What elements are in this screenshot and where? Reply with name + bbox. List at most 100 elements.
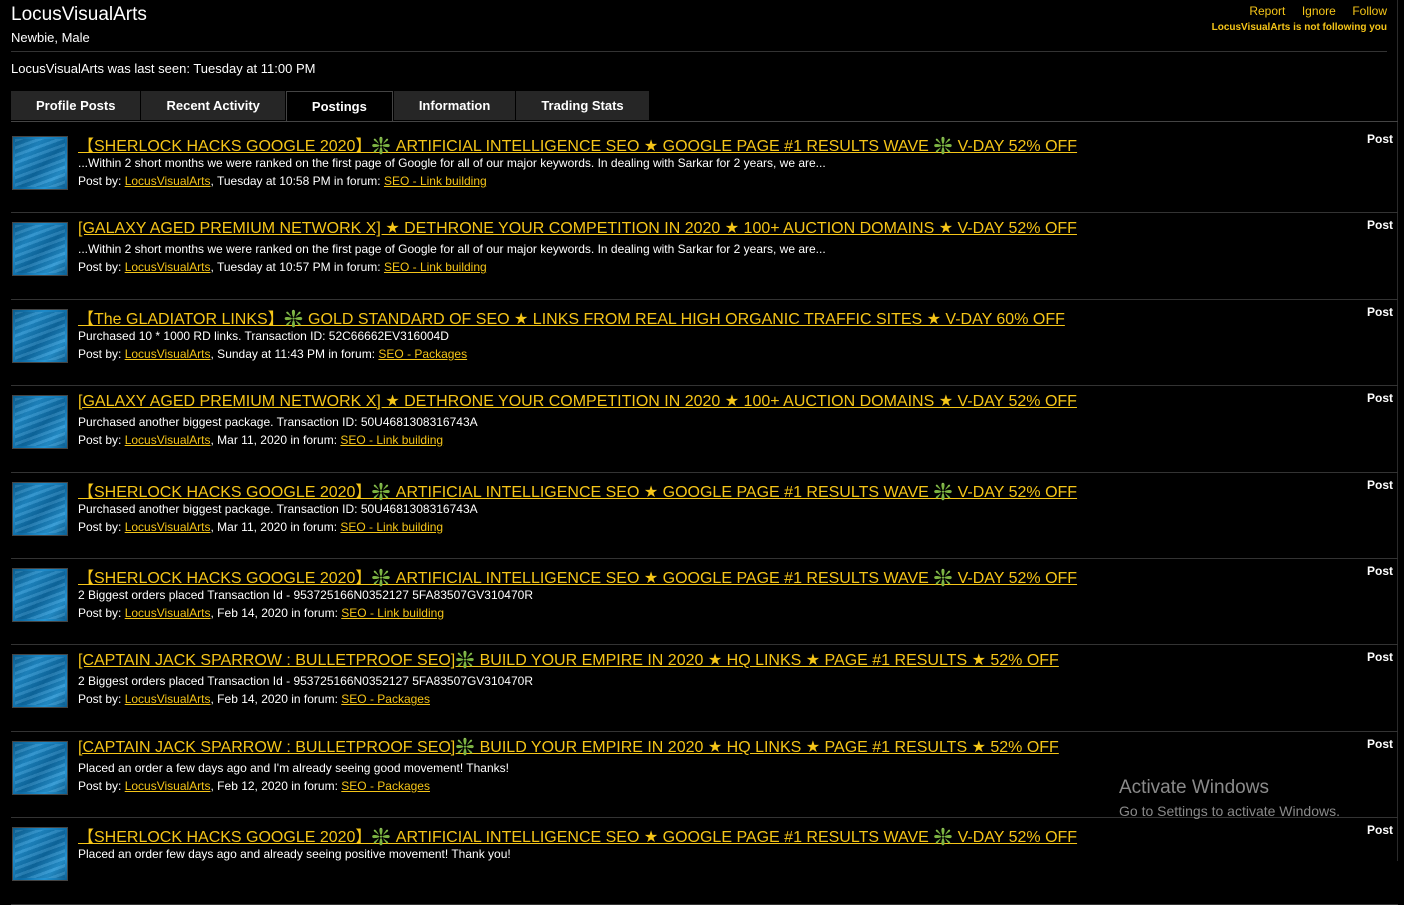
post-snippet: Purchased 10 * 1000 RD links. Transactio… (78, 328, 449, 343)
post-forum-link[interactable]: SEO - Packages (341, 779, 430, 793)
post-type-label: Post (1366, 823, 1393, 838)
post-meta: Post by: LocusVisualArts, Mar 11, 2020 i… (78, 433, 443, 447)
follow-link[interactable]: Follow (1352, 4, 1387, 18)
post-type-label: Post (1366, 736, 1393, 751)
tab-information[interactable]: Information (393, 91, 516, 120)
post-title-link[interactable]: [CAPTAIN JACK SPARROW : BULLETPROOF SEO]… (78, 650, 1059, 670)
profile-header: LocusVisualArts Newbie, Male (11, 4, 147, 45)
post-title-link[interactable]: 【SHERLOCK HACKS GOOGLE 2020】❇️ ARTIFICIA… (78, 478, 1077, 502)
post-date: , Sunday at 11:43 PM (210, 346, 326, 361)
post-thumbnail[interactable] (12, 136, 68, 190)
list-item: [GALAXY AGED PREMIUM NETWORK X] ★ DETHRO… (11, 386, 1398, 473)
profile-actions: Report Ignore Follow LocusVisualArts is … (1212, 2, 1387, 33)
post-author-link[interactable]: LocusVisualArts (125, 692, 211, 706)
tab-postings[interactable]: Postings (285, 91, 393, 122)
post-by-label: Post by: (78, 519, 125, 534)
post-type-label: Post (1366, 304, 1393, 319)
list-item: [CAPTAIN JACK SPARROW : BULLETPROOF SEO]… (11, 645, 1398, 732)
post-snippet: ...Within 2 short months we were ranked … (78, 156, 826, 170)
list-item: 【The GLADIATOR LINKS】❇️ GOLD STANDARD OF… (11, 300, 1398, 387)
post-thumbnail[interactable] (12, 654, 68, 709)
post-by-label: Post by: (78, 605, 125, 620)
post-forum-link[interactable]: SEO - Link building (341, 606, 444, 620)
post-by-label: Post by: (78, 778, 125, 793)
post-thumbnail[interactable] (12, 481, 68, 536)
windows-activation-watermark: Activate Windows Go to Settings to activ… (1119, 777, 1340, 819)
post-date: , Feb 14, 2020 (210, 692, 288, 707)
watermark-title: Activate Windows (1119, 777, 1269, 798)
post-snippet: Purchased another biggest package. Trans… (78, 415, 478, 430)
post-forum-label: in forum: (287, 519, 341, 534)
post-forum-link[interactable]: SEO - Link building (384, 174, 487, 188)
post-author-link[interactable]: LocusVisualArts (125, 520, 211, 534)
post-forum-link[interactable]: SEO - Link building (384, 260, 487, 274)
post-meta: Post by: LocusVisualArts, Tuesday at 10:… (78, 260, 487, 274)
post-snippet: ...Within 2 short months we were ranked … (78, 242, 826, 257)
follow-status: LocusVisualArts is not following you (1211, 22, 1387, 33)
last-seen: LocusVisualArts was last seen: Tuesday a… (11, 61, 316, 76)
post-author-link[interactable]: LocusVisualArts (125, 347, 211, 361)
post-thumbnail[interactable] (12, 395, 68, 450)
post-thumbnail[interactable] (12, 740, 68, 795)
post-by-label: Post by: (78, 346, 125, 361)
post-forum-link[interactable]: SEO - Packages (341, 692, 430, 706)
post-date: , Feb 12, 2020 (210, 778, 288, 793)
post-thumbnail[interactable] (12, 308, 68, 363)
post-by-label: Post by: (78, 433, 125, 448)
header-divider (11, 51, 1387, 52)
post-title-link[interactable]: 【SHERLOCK HACKS GOOGLE 2020】❇️ ARTIFICIA… (78, 823, 1077, 847)
tab-trading-stats[interactable]: Trading Stats (516, 91, 649, 120)
post-author-link[interactable]: LocusVisualArts (125, 606, 211, 620)
tabs-divider (11, 121, 1398, 122)
post-date: , Mar 11, 2020 (210, 519, 288, 534)
post-snippet: Placed an order few days ago and already… (78, 847, 511, 862)
post-title-link[interactable]: 【The GLADIATOR LINKS】❇️ GOLD STANDARD OF… (78, 305, 1065, 329)
post-forum-label: in forum: (330, 260, 384, 275)
post-title-link[interactable]: [GALAXY AGED PREMIUM NETWORK X] ★ DETHRO… (78, 218, 1077, 238)
profile-user-title: Newbie, Male (11, 30, 90, 45)
post-forum-link[interactable]: SEO - Link building (340, 433, 443, 447)
post-thumbnail[interactable] (12, 827, 68, 882)
post-forum-label: in forum: (287, 692, 342, 707)
post-title-link[interactable]: 【SHERLOCK HACKS GOOGLE 2020】❇️ ARTIFICIA… (78, 564, 1077, 588)
post-forum-link[interactable]: SEO - Packages (378, 347, 467, 361)
profile-username: LocusVisualArts (11, 4, 147, 25)
post-forum-label: in forum: (287, 433, 341, 448)
list-item: 【SHERLOCK HACKS GOOGLE 2020】❇️ ARTIFICIA… (11, 559, 1398, 646)
post-date: , Tuesday at 10:57 PM (210, 260, 331, 275)
tab-profile-posts[interactable]: Profile Posts (11, 91, 141, 120)
post-forum-label: in forum: (330, 174, 384, 188)
post-date: , Mar 11, 2020 (210, 433, 288, 448)
post-forum-label: in forum: (287, 778, 342, 793)
post-thumbnail[interactable] (12, 567, 68, 622)
ignore-link[interactable]: Ignore (1302, 4, 1336, 18)
post-title-link[interactable]: [CAPTAIN JACK SPARROW : BULLETPROOF SEO]… (78, 737, 1059, 757)
post-date: , Feb 14, 2020 (210, 605, 288, 620)
post-meta: Post by: LocusVisualArts, Feb 14, 2020 i… (78, 606, 444, 620)
profile-tabs: Profile Posts Recent Activity Postings I… (11, 91, 650, 122)
tab-recent-activity[interactable]: Recent Activity (141, 91, 285, 120)
post-author-link[interactable]: LocusVisualArts (125, 260, 211, 274)
post-snippet: 2 Biggest orders placed Transaction Id -… (78, 587, 533, 602)
post-by-label: Post by: (78, 260, 125, 275)
post-snippet: 2 Biggest orders placed Transaction Id -… (78, 674, 533, 689)
report-link[interactable]: Report (1249, 4, 1285, 18)
post-by-label: Post by: (78, 174, 125, 188)
post-author-link[interactable]: LocusVisualArts (125, 433, 211, 447)
post-title-link[interactable]: [GALAXY AGED PREMIUM NETWORK X] ★ DETHRO… (78, 391, 1077, 411)
post-meta: Post by: LocusVisualArts, Sunday at 11:4… (78, 347, 467, 361)
post-author-link[interactable]: LocusVisualArts (125, 779, 211, 793)
post-type-label: Post (1366, 563, 1393, 578)
post-title-link[interactable]: 【SHERLOCK HACKS GOOGLE 2020】❇️ ARTIFICIA… (78, 132, 1077, 156)
list-item: [GALAXY AGED PREMIUM NETWORK X] ★ DETHRO… (11, 213, 1398, 300)
post-author-link[interactable]: LocusVisualArts (125, 174, 211, 188)
post-forum-link[interactable]: SEO - Link building (340, 520, 443, 534)
list-item: 【SHERLOCK HACKS GOOGLE 2020】❇️ ARTIFICIA… (11, 127, 1398, 214)
post-thumbnail[interactable] (12, 222, 68, 277)
post-type-label: Post (1366, 477, 1393, 492)
post-type-label: Post (1366, 132, 1393, 146)
watermark-subtitle: Go to Settings to activate Windows. (1119, 803, 1340, 819)
post-snippet: Purchased another biggest package. Trans… (78, 501, 478, 516)
post-type-label: Post (1366, 218, 1393, 233)
post-by-label: Post by: (78, 692, 125, 707)
